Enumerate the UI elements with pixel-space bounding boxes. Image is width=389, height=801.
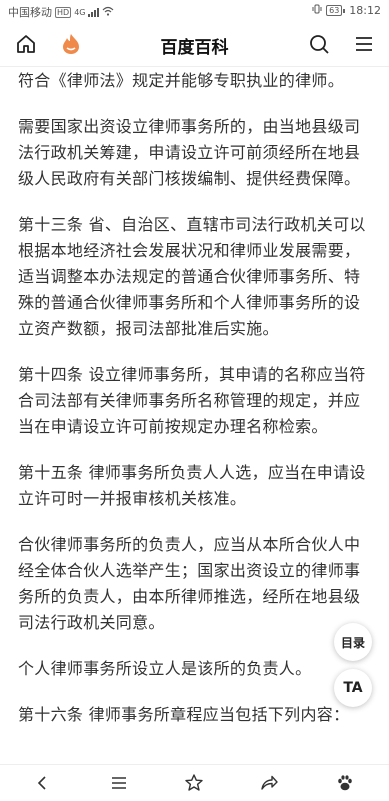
star-icon[interactable] [182, 771, 206, 795]
list-icon[interactable] [107, 771, 131, 795]
article-content: 符合《律师法》规定并能够专职执业的律师。 需要国家出资设立律师事务所的，由当地县… [0, 66, 389, 764]
battery-icon: 63 [326, 5, 346, 16]
hd-badge: HD [55, 6, 72, 18]
clock: 18:12 [349, 4, 381, 17]
battery-level: 63 [326, 5, 343, 16]
article-paragraph: 符合《律师法》规定并能够专职执业的律师。 [18, 71, 345, 90]
top-nav: 百度百科 [0, 22, 389, 67]
article-paragraph: 第十六条 律师事务所章程应当包括下列内容： [18, 705, 350, 724]
article-paragraph: 合伙律师事务所的负责人，应当从本所合伙人中经全体合伙人选举产生；国家出资设立的律… [18, 535, 361, 632]
article-paragraph: 需要国家出资设立律师事务所的，由当地县级司法行政机关筹建，申请设立许可前须经所在… [18, 117, 361, 188]
signal-icon [88, 7, 100, 17]
bottom-toolbar [0, 764, 389, 801]
wifi-icon [102, 6, 114, 19]
text-size-label: TA [343, 680, 363, 696]
text-size-button[interactable]: TA [334, 669, 372, 707]
article-paragraph: 第十五条 律师事务所负责人人选，应当在申请设立许可时一并报审核机关核准。 [18, 463, 366, 508]
search-icon[interactable] [306, 31, 332, 57]
status-left: 中国移动 HD 4G [8, 4, 114, 20]
article-paragraph: 个人律师事务所设立人是该所的负责人。 [18, 659, 312, 678]
article-paragraph: 第十三条 省、自治区、直辖市司法行政机关可以根据本地经济社会发展状况和律师业发展… [18, 215, 366, 338]
toc-button[interactable]: 目录 [334, 623, 372, 661]
vibrate-icon [312, 4, 322, 17]
article-paragraph: 第十四条 设立律师事务所，其申请的名称应当符合司法部有关律师事务所名称管理的规定… [18, 365, 366, 436]
baidu-paw-icon[interactable] [333, 771, 357, 795]
status-right: 63 18:12 [312, 4, 381, 17]
share-icon[interactable] [257, 771, 281, 795]
carrier-label: 中国移动 [8, 6, 52, 19]
back-icon[interactable] [31, 771, 55, 795]
toc-label: 目录 [340, 635, 365, 650]
network-label: 4G [74, 7, 86, 17]
menu-icon[interactable] [351, 31, 377, 57]
status-bar: 中国移动 HD 4G 63 18:12 [0, 0, 389, 22]
